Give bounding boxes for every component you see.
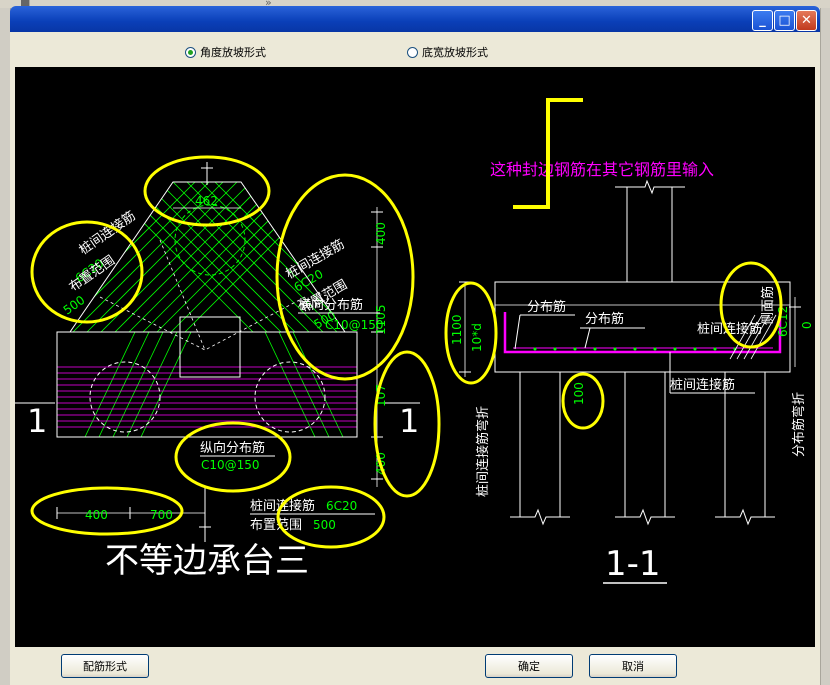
dim-1100: 1100 [450,314,464,345]
bottom-range-label: 布置范围 [250,518,302,533]
left-conn-label: 桩间连接筋 [76,208,138,258]
dist-label-2: 分布筋 [585,311,624,327]
radio-unselected-icon [407,46,418,58]
dialog-titlebar[interactable]: _ □ ✕ [10,6,820,32]
vdist-value: C10@150 [201,458,260,472]
width-slope-radio[interactable]: 底宽放坡形式 [407,44,488,60]
dim-10d: 10*d [470,323,484,352]
radio-selected-icon [185,46,196,58]
left-range-value: 500 [61,293,88,318]
slope-form-dialog: 角度放坡形式 底宽放坡形式 1 1 462 400 1105 107 400 4… [10,32,820,685]
hdist-label: 横向分布筋 [298,297,363,313]
angle-slope-radio[interactable]: 角度放坡形式 [185,44,266,60]
hdist-value: C10@150 [325,318,384,332]
maximize-button[interactable]: □ [774,10,795,31]
vert-right-label: 分布筋弯折 [791,392,807,457]
highlight-bottom-label [276,485,386,549]
section-title: 1-1 [605,544,661,584]
dim-top-value: 462 [195,194,218,208]
conn-label-2: 桩间连接筋 [670,377,735,393]
dim-bottom-700: 700 [150,508,173,522]
cad-drawing: 1 1 462 400 1105 107 400 400 700 桩间连接筋 6… [15,98,814,584]
close-button[interactable]: ✕ [796,10,817,31]
dim-bottom-400: 400 [85,508,108,522]
rebar-hatch-horizontal [57,366,357,428]
cancel-button[interactable]: 取消 [589,654,677,678]
dim-100: 100 [572,382,586,405]
vdist-label: 纵向分布筋 [200,440,265,456]
minimize-icon: _ [759,13,766,28]
rebar-form-button[interactable]: 配筋形式 [61,654,149,678]
side-rebar-label: 侧面筋 [760,286,776,325]
width-slope-label: 底宽放坡形式 [422,46,488,59]
minimize-button[interactable]: _ [752,10,773,31]
dist-label-1: 分布筋 [527,299,566,315]
note-text: 这种封边钢筋在其它钢筋里输入 [490,160,714,179]
edge-rebar-sample [513,98,583,209]
highlight-vdist [174,421,292,493]
maximize-icon: □ [778,13,791,28]
bottom-conn-value: 6C20 [326,499,357,513]
plan-title: 不等边承台三 [105,541,309,581]
column-outline [179,316,241,378]
bottom-range-value: 500 [313,518,336,532]
section-mark-left: 1 [27,402,47,440]
ok-button[interactable]: 确定 [485,654,573,678]
angle-slope-label: 角度放坡形式 [200,46,266,59]
drawing-canvas: 1 1 462 400 1105 107 400 400 700 桩间连接筋 6… [15,67,815,647]
close-icon: ✕ [801,13,812,28]
vert-left-label: 桩间连接筋弯折 [475,406,491,497]
dim-right-400: 400 [374,222,388,245]
section-view: 这种封边钢筋在其它钢筋里输入 1100 10*d 桩间连接筋弯折 100 0 分… [450,98,814,584]
right-window-edge [820,8,830,685]
dim-0: 0 [800,321,814,329]
section-mark-right: 1 [399,402,419,440]
